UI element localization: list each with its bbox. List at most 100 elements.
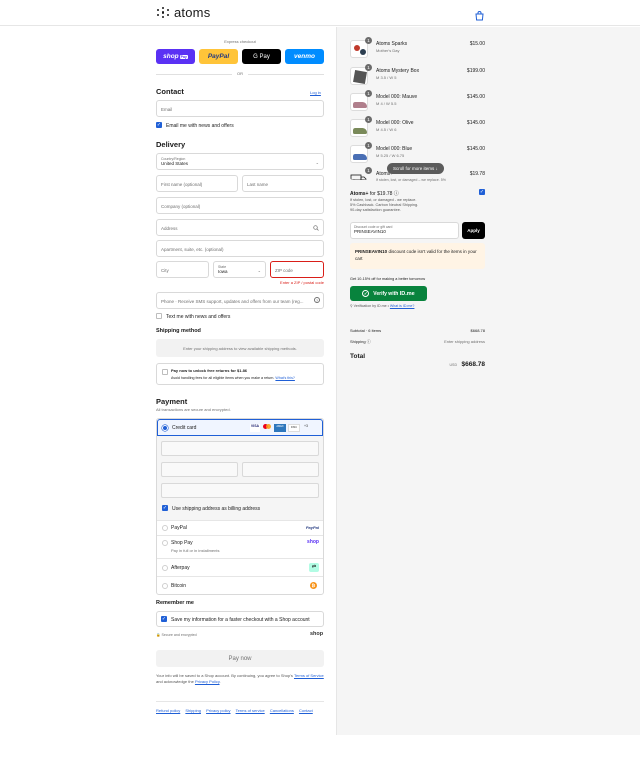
brand-logo[interactable]: atoms — [157, 5, 210, 20]
help-icon[interactable]: ? — [314, 297, 320, 303]
info-icon[interactable]: ⓘ — [367, 339, 371, 344]
company-field[interactable]: Company (optional) — [156, 197, 324, 214]
free-returns-desc: Avoid handling fees for all eligible ite… — [171, 376, 295, 380]
atoms-plus-line: 90-day satisfaction guarantee. — [350, 208, 401, 213]
afterpay-icon: ⇄ — [309, 563, 319, 572]
item-variant: M 4.5 / W 6 — [376, 127, 397, 132]
city-field[interactable]: City — [156, 261, 209, 278]
item-name: Model 000: Blue — [376, 146, 413, 152]
scroll-tooltip[interactable]: Scroll for more items ↓ — [387, 163, 444, 174]
verify-idme-label: Verify with — [373, 290, 399, 297]
item-name: Atoms Sparks — [376, 41, 408, 47]
mastercard-icon — [262, 424, 272, 430]
cancellations-link[interactable]: Cancellations — [270, 708, 294, 713]
paypal-button[interactable]: PayPal — [199, 49, 238, 64]
shop-logo: shop — [310, 631, 324, 637]
express-checkout-label: Express checkout — [224, 39, 256, 44]
legal-text: Your info will be saved to a Shop accoun… — [156, 673, 324, 685]
afterpay-label: Afterpay — [171, 565, 190, 571]
item-name: Atoms Mystery Box — [376, 68, 420, 74]
credit-card-radio[interactable] — [162, 425, 168, 431]
idme-offer: Get 10-15% off for making a better tomor… — [350, 277, 426, 281]
idme-lock-icon: ⚲ — [350, 304, 353, 308]
shop-pay-label: shop — [163, 53, 179, 60]
apartment-field[interactable]: Apartment, suite, etc. (optional) — [156, 240, 324, 257]
shop-pay-button[interactable]: shop Pay — [156, 49, 195, 64]
bitcoin-radio[interactable] — [162, 583, 168, 589]
credit-card-option[interactable]: Credit card VISA AMEX DISC +3 — [157, 419, 323, 436]
card-form: ✓ Use shipping address as billing addres… — [157, 436, 323, 520]
verify-idme-button[interactable]: ✓ Verify with ID.me — [350, 286, 427, 301]
venmo-button[interactable]: venmo — [285, 49, 324, 64]
more-cards-badge: +3 — [304, 424, 308, 428]
shipping-method-heading: Shipping method — [156, 328, 201, 334]
info-icon[interactable]: ⓘ — [394, 191, 399, 197]
paypal-option[interactable]: PayPal PayPal — [157, 520, 323, 535]
pay-now-button[interactable]: Pay now — [156, 650, 324, 667]
cart-icon[interactable] — [475, 8, 484, 26]
billing-same-checkbox[interactable]: ✓ — [162, 505, 168, 511]
bitcoin-label: Bitcoin — [171, 583, 187, 589]
visa-icon: VISA — [250, 424, 260, 432]
discount-value: PRINSEAVIN10 — [354, 229, 386, 234]
arrow-down-icon: ↓ — [435, 166, 438, 171]
terms-of-service-link[interactable]: Terms of service — [236, 708, 265, 713]
item-price: $145.00 — [466, 94, 485, 100]
paypal-logo: PayPal — [305, 525, 319, 530]
privacy-policy-link[interactable]: Privacy policy — [206, 708, 230, 713]
item-variant: M 4 / W 5.5 — [376, 101, 397, 106]
card-expiry-field[interactable] — [161, 462, 238, 477]
first-name-field[interactable]: First name (optional) — [156, 175, 238, 192]
item-variant: M 5.25 / W 6.75 — [376, 153, 405, 158]
shop-pay-option[interactable]: Shop Pay Pay in full or in installments … — [157, 535, 323, 558]
shop-pay-label: Shop Pay — [171, 540, 193, 546]
page-header: atoms — [0, 0, 640, 26]
apply-discount-button[interactable]: Apply — [462, 222, 485, 239]
contact-link[interactable]: Contact — [299, 708, 313, 713]
zip-field[interactable]: ZIP code — [270, 261, 324, 278]
state-select[interactable]: State Iowa ⌄ — [213, 261, 266, 278]
email-field[interactable]: Email — [156, 100, 324, 117]
country-select[interactable]: Country/Region United States ⌄ — [156, 153, 324, 170]
what-is-idme-link[interactable]: What is ID.me? — [390, 304, 415, 308]
afterpay-radio[interactable] — [162, 565, 168, 571]
atoms-plus-checkbox[interactable]: ✓ — [479, 189, 485, 195]
text-news-checkbox[interactable] — [156, 313, 162, 319]
whats-this-link[interactable]: What's this? — [275, 376, 294, 380]
item-qty-badge: 1 — [365, 90, 372, 97]
bitcoin-option[interactable]: Bitcoin ₿ — [157, 576, 323, 594]
atoms-plus-title: Atoms+ for $19.78 ⓘ — [350, 190, 399, 197]
save-info-box[interactable]: ✓ Save my information for a faster check… — [156, 611, 324, 627]
phone-placeholder: Phone · Receive SMS support, updates and… — [161, 299, 304, 304]
shop-pay-radio[interactable] — [162, 540, 168, 546]
shipping-label: Shipping ⓘ — [350, 339, 371, 345]
card-cvv-field[interactable] — [242, 462, 319, 477]
check-icon: ✓ — [362, 290, 370, 297]
email-news-checkbox[interactable]: ✓ — [156, 122, 162, 128]
save-info-checkbox[interactable]: ✓ — [161, 616, 167, 622]
refund-policy-link[interactable]: Refund policy — [156, 708, 180, 713]
afterpay-option[interactable]: Afterpay ⇄ — [157, 558, 323, 576]
atoms-plus-features: If stolen, lost, or damaged - we replace… — [350, 198, 418, 214]
discount-field[interactable]: Discount code or gift card PRINSEAVIN10 — [350, 222, 459, 239]
zip-error: Enter a ZIP / postal code — [280, 280, 324, 285]
address-field[interactable]: Address — [156, 219, 324, 236]
card-name-field[interactable] — [161, 483, 319, 498]
free-returns-desc-text: Avoid handling fees for all eligible ite… — [171, 376, 275, 380]
shipping-link[interactable]: Shipping — [185, 708, 201, 713]
phone-field[interactable]: Phone · Receive SMS support, updates and… — [156, 292, 324, 309]
discount-error-banner: PRINSEAVIN10 discount code isn't valid f… — [350, 243, 485, 269]
google-pay-button[interactable]: G Pay — [242, 49, 281, 64]
idme-brand: ID.me — [399, 290, 415, 297]
free-returns-checkbox[interactable] — [162, 369, 168, 375]
shipping-label-text: Shipping — [350, 339, 366, 344]
card-number-field[interactable] — [161, 441, 319, 456]
privacy-link[interactable]: Privacy Policy — [195, 679, 220, 684]
terms-link[interactable]: Terms of Service — [294, 673, 324, 678]
login-link[interactable]: Log in — [310, 90, 321, 95]
last-name-field[interactable]: Last name — [242, 175, 324, 192]
paypal-radio[interactable] — [162, 525, 168, 531]
chevron-down-icon: ⌄ — [315, 160, 319, 165]
total-amount: USD $668.78 — [435, 353, 485, 371]
brand-name: atoms — [174, 5, 211, 20]
